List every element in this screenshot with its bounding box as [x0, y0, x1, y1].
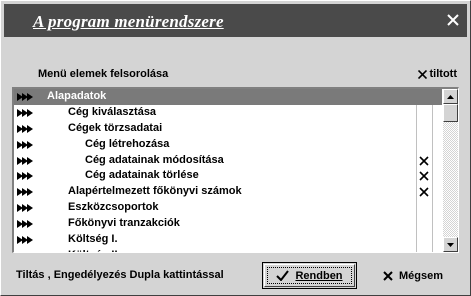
list-item-label: Költség I. — [68, 233, 118, 246]
list-rows: Alapadatok Cég kiválasztása Cégek törzsada… — [14, 89, 442, 252]
scroll-up-button[interactable] — [443, 89, 458, 104]
triple-arrow-icon — [17, 156, 33, 165]
scroll-thumb[interactable] — [443, 104, 458, 122]
list-item-label: Alapértelmezett főkönyvi számok — [68, 185, 242, 198]
list-item-label: Cég adatainak törlése — [85, 169, 199, 182]
list-item[interactable]: Alapadatok — [14, 89, 442, 105]
close-icon[interactable] — [445, 12, 461, 28]
triple-arrow-icon — [17, 188, 33, 197]
triple-arrow-icon — [17, 124, 33, 133]
forbidden-column-header: tiltott — [417, 68, 457, 80]
list-item-label: Cég kiválasztása — [68, 105, 157, 118]
title-bar[interactable]: A program menürendszere — [4, 4, 467, 37]
vertical-scrollbar[interactable] — [443, 89, 458, 252]
triple-arrow-icon — [17, 204, 33, 213]
triple-arrow-icon — [17, 93, 33, 101]
forbidden-x-icon — [419, 171, 429, 182]
list-item[interactable]: Eszközcsoportok — [14, 200, 442, 216]
focus-rect — [267, 267, 352, 284]
triple-arrow-icon — [17, 220, 33, 229]
x-icon — [383, 270, 393, 281]
window-title: A program menürendszere — [33, 12, 224, 31]
scroll-track[interactable] — [443, 122, 458, 237]
list-item-label: Főkönyvi tranzakciók — [68, 217, 180, 230]
hint-text: Tiltás , Engedélyezés Dupla kattintással — [16, 269, 224, 281]
list-item[interactable]: Cég kiválasztása — [14, 105, 442, 121]
triple-arrow-icon — [17, 140, 33, 149]
forbidden-header-label: tiltott — [429, 68, 457, 80]
list-item[interactable]: Alapértelmezett főkönyvi számok — [14, 184, 442, 200]
triple-arrow-icon — [17, 172, 33, 181]
x-icon — [417, 69, 427, 79]
cancel-button-label: Mégsem — [398, 269, 444, 282]
list-item-label: Cégek törzsadatai — [68, 121, 163, 134]
dialog-window: A program menürendszere Menü elemek fels… — [0, 0, 471, 296]
list-item-label: Költség II. — [68, 249, 121, 252]
list-item-label: Eszközcsoportok — [68, 201, 159, 214]
list-item-label: Cég létrehozása — [85, 137, 170, 150]
ok-button[interactable]: Rendben — [262, 262, 357, 289]
list-item[interactable]: Költség II. — [14, 248, 442, 252]
list-item[interactable]: Költség I. — [14, 232, 442, 248]
arrow-down-icon — [447, 242, 454, 247]
list-item-label: Alapadatok — [47, 90, 107, 102]
triple-arrow-icon — [17, 108, 33, 117]
cancel-button[interactable]: Mégsem — [368, 262, 458, 289]
arrow-up-icon — [447, 94, 454, 99]
forbidden-x-icon — [419, 155, 429, 166]
list-item[interactable]: Cég létrehozása — [14, 137, 442, 153]
list-item[interactable]: Cég adatainak módosítása — [14, 153, 442, 169]
list-item[interactable]: Főkönyvi tranzakciók — [14, 216, 442, 232]
list-label: Menü elemek felsorolása — [38, 68, 169, 80]
menu-item-list[interactable]: Alapadatok Cég kiválasztása Cégek törzsada… — [12, 87, 459, 253]
triple-arrow-icon — [17, 236, 33, 245]
list-item[interactable]: Cégek törzsadatai — [14, 121, 442, 137]
list-item-label: Cég adatainak módosítása — [85, 153, 224, 166]
forbidden-x-icon — [419, 187, 429, 197]
list-item[interactable]: Cég adatainak törlése — [14, 168, 442, 184]
triple-arrow-icon — [17, 251, 28, 252]
scroll-down-button[interactable] — [443, 237, 458, 252]
